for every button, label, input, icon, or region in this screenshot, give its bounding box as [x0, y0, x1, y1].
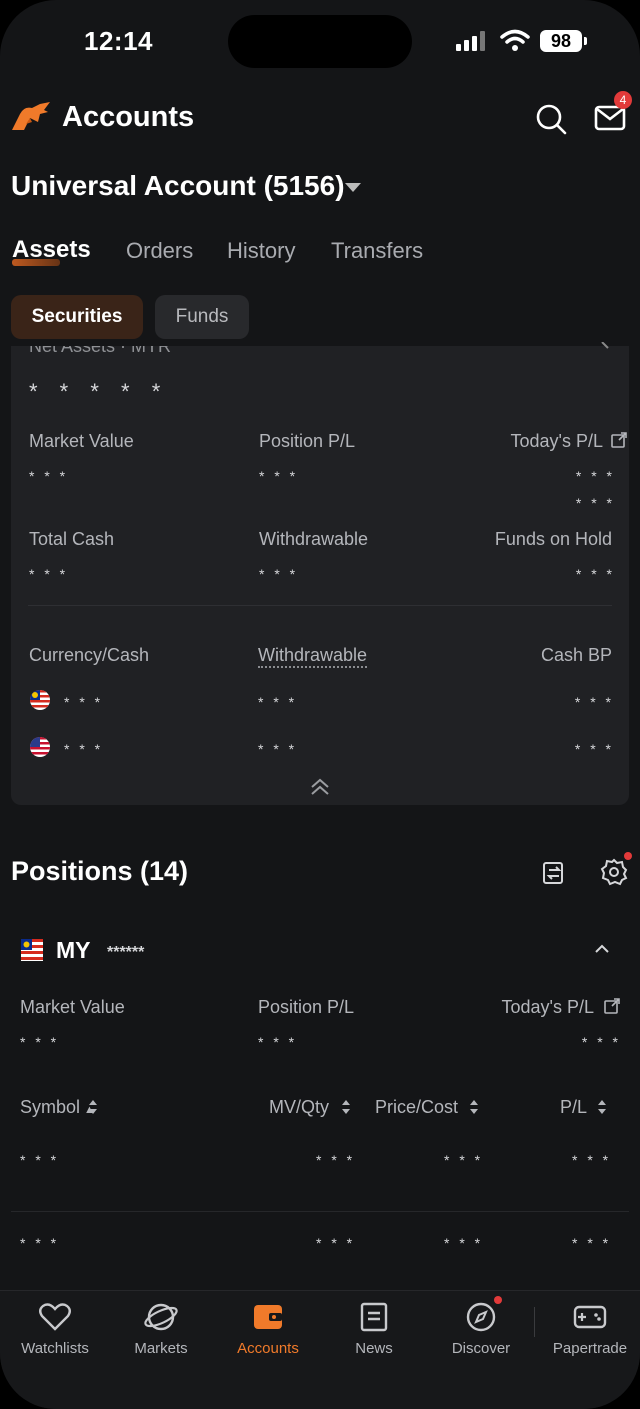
nav-markets[interactable]: Markets [111, 1300, 211, 1357]
notification-badge: 4 [614, 91, 632, 109]
usd-cash-bp: * * * [574, 741, 614, 757]
total-cash-label: Total Cash [29, 529, 115, 549]
account-selector[interactable]: Universal Account (5156) [11, 170, 345, 202]
nav-papertrade[interactable]: Papertrade [540, 1300, 640, 1357]
share-icon[interactable] [611, 432, 627, 448]
settings-notification-dot [624, 852, 632, 860]
usd-cash: * * * [64, 741, 104, 757]
tab-history[interactable]: History [227, 238, 295, 264]
position-mv: * * * [316, 1152, 356, 1168]
total-cash-value: * * * [29, 566, 69, 582]
market-masked-value: ****** [107, 944, 145, 961]
us-flag-icon [30, 737, 50, 757]
funds-on-hold-label: Funds on Hold [494, 529, 612, 549]
malaysia-flag-icon [21, 939, 43, 961]
chevron-right-icon[interactable] [599, 342, 611, 354]
withdrawable-header[interactable]: Withdrawable [258, 645, 368, 668]
positions-todays-pl-value: * * * [581, 1034, 621, 1050]
wifi-icon [500, 29, 530, 51]
dynamic-island [228, 15, 412, 68]
withdrawable-label: Withdrawable [259, 529, 369, 549]
todays-pl-percent: * * * [575, 495, 615, 511]
pl-column-header[interactable]: P/L [560, 1097, 587, 1118]
planet-icon [144, 1303, 178, 1331]
market-label: MY [56, 937, 91, 963]
positions-title: Positions (14) [11, 856, 189, 886]
net-assets-label: Net Assets · MYR [29, 336, 172, 356]
positions-todays-pl-label: Today's P/L [501, 997, 595, 1017]
divider [28, 605, 612, 606]
nav-watchlists[interactable]: Watchlists [5, 1300, 105, 1357]
todays-pl-label: Today's P/L [510, 431, 604, 451]
wallet-icon [254, 1305, 282, 1329]
positions-market-value-label: Market Value [20, 997, 125, 1017]
tab-assets[interactable]: Assets [12, 236, 91, 264]
market-value-label: Market Value [29, 431, 134, 451]
cash-bp-header: Cash BP [540, 645, 612, 665]
battery-icon: 98 [540, 30, 582, 52]
myr-withdrawable: * * * [258, 694, 298, 710]
position-pl: * * * [572, 1152, 612, 1168]
position-price: * * * [444, 1235, 484, 1251]
compass-icon [466, 1302, 496, 1332]
chevron-up-icon[interactable] [594, 943, 610, 955]
funds-chip[interactable]: Funds [155, 295, 249, 339]
share-icon[interactable] [604, 998, 620, 1014]
collapse-icon[interactable] [309, 778, 331, 796]
news-icon [360, 1302, 388, 1332]
position-mv: * * * [316, 1235, 356, 1251]
row-divider [11, 1211, 629, 1212]
position-pl: * * * [572, 1235, 612, 1251]
nav-separator [534, 1307, 535, 1337]
phone-screen: 12:14 98 Accounts 4 Universal Account (5… [0, 0, 640, 1409]
net-assets-value: * * * * * [29, 379, 169, 404]
myr-cash: * * * [64, 694, 104, 710]
mv-qty-column-header[interactable]: MV/Qty [269, 1097, 329, 1118]
assets-summary-card: Net Assets · MYR * * * * * Market Value … [11, 342, 629, 805]
funds-on-hold-value: * * * [575, 566, 615, 582]
heart-icon [39, 1303, 71, 1331]
discover-notification-dot [494, 1296, 502, 1304]
nav-discover[interactable]: Discover [431, 1300, 531, 1357]
position-pl-value: * * * [259, 468, 299, 484]
todays-pl-value: * * * [575, 468, 615, 484]
securities-chip[interactable]: Securities [11, 295, 143, 339]
usd-withdrawable: * * * [258, 741, 298, 757]
sort-icon[interactable] [469, 1099, 479, 1115]
page-title: Accounts [62, 101, 195, 133]
status-time: 12:14 [84, 26, 153, 56]
sort-icon[interactable] [88, 1099, 98, 1115]
positions-pl-value: * * * [258, 1034, 298, 1050]
sort-icon[interactable] [597, 1099, 607, 1115]
nav-news[interactable]: News [324, 1300, 424, 1357]
myr-cash-bp: * * * [574, 694, 614, 710]
currency-cash-header: Currency/Cash [29, 645, 150, 665]
sort-icon[interactable] [341, 1099, 351, 1115]
tab-orders[interactable]: Orders [126, 238, 193, 264]
position-pl-label: Position P/L [259, 431, 356, 451]
positions-pl-label: Position P/L [258, 997, 355, 1017]
gamepad-icon [573, 1305, 607, 1329]
nav-accounts[interactable]: Accounts [218, 1300, 318, 1357]
search-icon[interactable] [534, 102, 568, 136]
withdrawable-value: * * * [259, 566, 299, 582]
position-switch-icon[interactable] [540, 859, 568, 887]
tab-transfers[interactable]: Transfers [331, 238, 423, 264]
battery-cap [584, 37, 587, 45]
market-value: * * * [29, 468, 69, 484]
position-symbol[interactable]: * * * [20, 1235, 59, 1251]
symbol-column-header[interactable]: Symbol ▲ [20, 1097, 95, 1118]
chevron-down-icon[interactable] [345, 183, 361, 192]
price-cost-column-header[interactable]: Price/Cost [375, 1097, 458, 1118]
malaysia-flag-icon [30, 690, 50, 710]
positions-market-value: * * * [20, 1034, 60, 1050]
position-price: * * * [444, 1152, 484, 1168]
position-symbol[interactable]: * * * [20, 1152, 59, 1168]
signal-icon [456, 31, 490, 51]
settings-gear-icon[interactable] [600, 858, 628, 886]
bull-logo-icon [12, 102, 50, 130]
